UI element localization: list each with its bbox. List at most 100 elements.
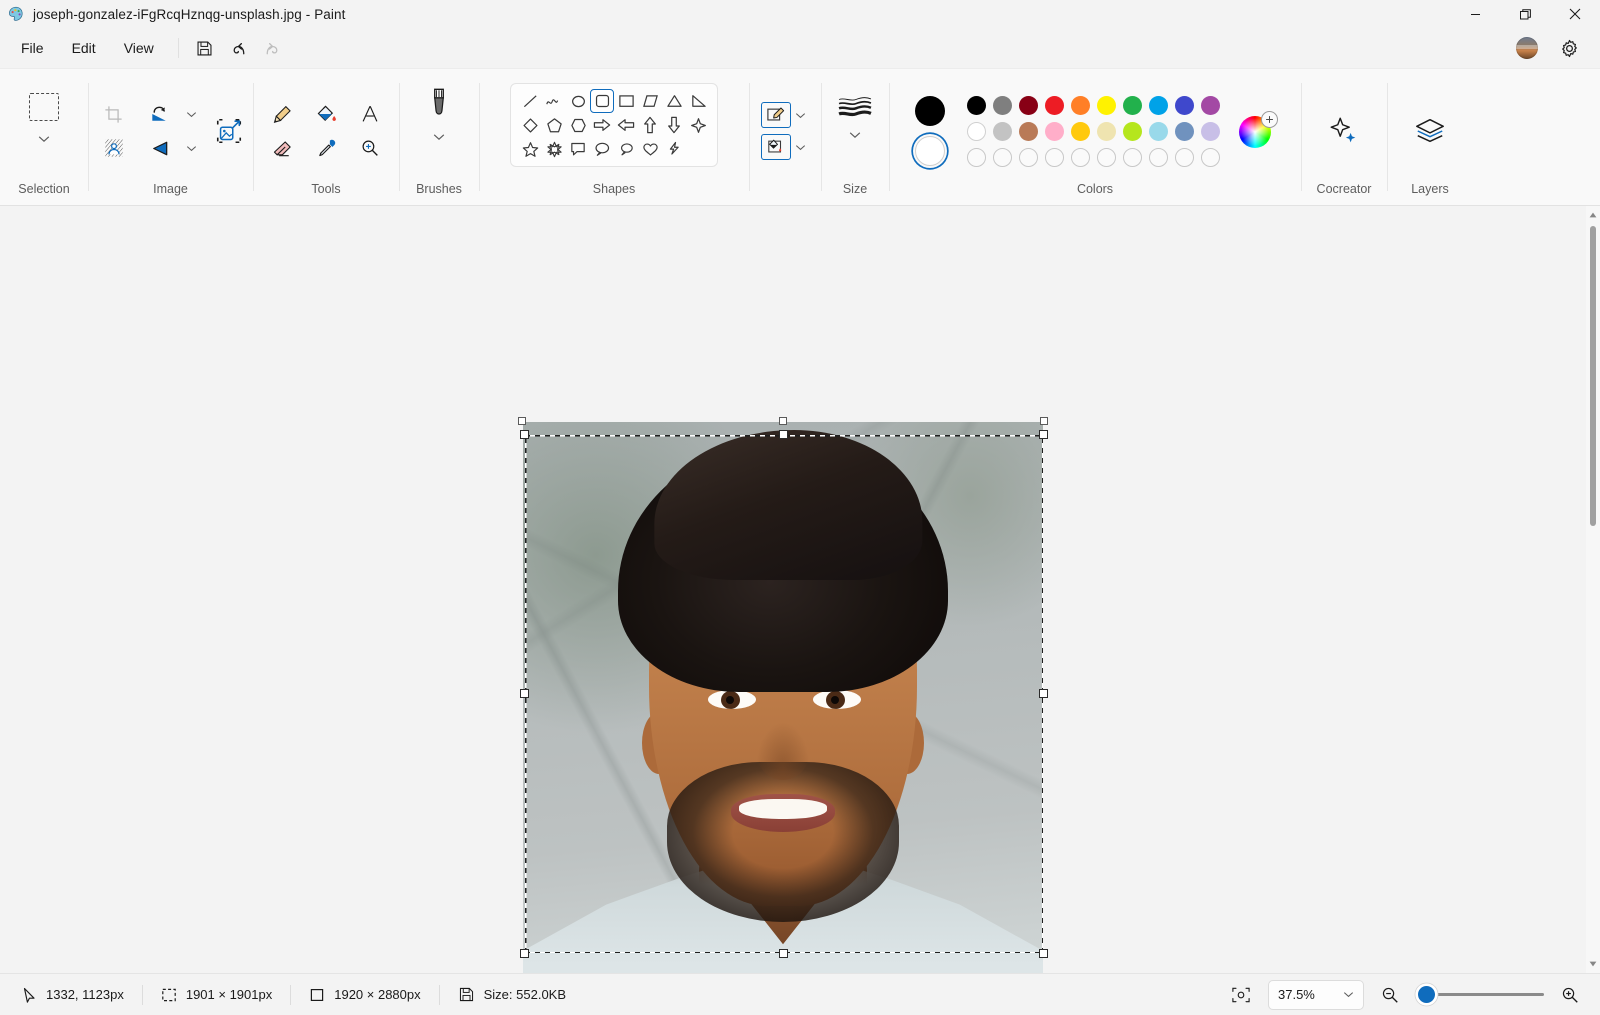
shape-triangle[interactable] xyxy=(662,89,686,113)
shape-left-arrow[interactable] xyxy=(614,113,638,137)
zoom-level-select[interactable]: 37.5% xyxy=(1268,979,1364,1010)
shape-five-point-star[interactable] xyxy=(518,137,542,161)
shape-oval-callout[interactable] xyxy=(590,137,614,161)
color-picker-tool[interactable] xyxy=(306,132,346,164)
size-dropdown[interactable] xyxy=(838,127,872,143)
shape-up-arrow[interactable] xyxy=(638,113,662,137)
color-swatch[interactable] xyxy=(1171,118,1197,144)
selection-handle-middle-right[interactable] xyxy=(1039,689,1048,698)
rotate-button[interactable] xyxy=(140,98,180,130)
custom-color-slot[interactable] xyxy=(1145,144,1171,170)
undo-icon[interactable] xyxy=(222,33,256,63)
custom-color-slot[interactable] xyxy=(1197,144,1223,170)
scroll-up-arrow-icon[interactable] xyxy=(1586,208,1600,222)
eraser-tool[interactable] xyxy=(262,132,302,164)
color-swatch[interactable] xyxy=(1067,92,1093,118)
shape-fill-button[interactable] xyxy=(761,134,791,160)
shape-rectangle[interactable] xyxy=(614,89,638,113)
canvas-handle-top-left[interactable] xyxy=(518,417,526,425)
gear-icon[interactable] xyxy=(1552,33,1586,63)
rotate-dropdown[interactable] xyxy=(184,99,200,129)
shape-fill-dropdown[interactable] xyxy=(791,135,809,159)
selection-handle-bottom-center[interactable] xyxy=(779,949,788,958)
shape-parallelogram[interactable] xyxy=(638,89,662,113)
color-swatch[interactable] xyxy=(1041,92,1067,118)
scroll-down-arrow-icon[interactable] xyxy=(1586,957,1600,971)
shape-curve[interactable] xyxy=(542,89,566,113)
shape-down-arrow[interactable] xyxy=(662,113,686,137)
shape-diamond[interactable] xyxy=(518,113,542,137)
shape-hexagon[interactable] xyxy=(566,113,590,137)
menu-file[interactable]: File xyxy=(8,35,57,61)
primary-color-button[interactable] xyxy=(913,94,947,128)
size-button[interactable] xyxy=(832,87,878,127)
selection-handle-top-center[interactable] xyxy=(779,430,788,439)
custom-color-slot[interactable] xyxy=(1171,144,1197,170)
crop-button[interactable] xyxy=(94,98,134,130)
shape-rounded-rectangle[interactable] xyxy=(590,89,614,113)
zoom-slider-thumb[interactable] xyxy=(1418,986,1435,1003)
shape-rounded-callout[interactable] xyxy=(566,137,590,161)
color-swatch[interactable] xyxy=(989,92,1015,118)
canvas-handle-top-right[interactable] xyxy=(1040,417,1048,425)
layers-button[interactable] xyxy=(1402,106,1458,156)
flip-button[interactable] xyxy=(140,132,180,164)
selection-handle-top-left[interactable] xyxy=(520,430,529,439)
fit-to-window-button[interactable] xyxy=(1226,981,1256,1009)
maximize-button[interactable] xyxy=(1500,0,1550,28)
shape-heart[interactable] xyxy=(638,137,662,161)
rectangular-selection-button[interactable] xyxy=(22,85,66,129)
menu-view[interactable]: View xyxy=(111,35,167,61)
shape-outline-button[interactable] xyxy=(761,102,791,128)
brushes-dropdown[interactable] xyxy=(422,129,456,145)
zoom-slider[interactable] xyxy=(1416,984,1544,1006)
remove-background-button[interactable] xyxy=(94,132,134,164)
selection-handle-bottom-left[interactable] xyxy=(520,949,529,958)
color-swatch[interactable] xyxy=(989,118,1015,144)
selection-handle-bottom-right[interactable] xyxy=(1039,949,1048,958)
color-swatch[interactable] xyxy=(1145,118,1171,144)
menu-edit[interactable]: Edit xyxy=(59,35,109,61)
cocreator-button[interactable] xyxy=(1316,106,1372,156)
zoom-in-button[interactable] xyxy=(1556,981,1584,1009)
pencil-tool[interactable] xyxy=(262,98,302,130)
color-swatch[interactable] xyxy=(1067,118,1093,144)
shape-four-point-star[interactable] xyxy=(686,113,710,137)
fill-tool[interactable] xyxy=(306,98,346,130)
canvas-work-area[interactable] xyxy=(0,206,1600,973)
color-swatch[interactable] xyxy=(1119,118,1145,144)
shape-outline-dropdown[interactable] xyxy=(791,103,809,127)
color-swatch[interactable] xyxy=(1145,92,1171,118)
canvas-handle-top-center[interactable] xyxy=(779,417,787,425)
color-swatch[interactable] xyxy=(1093,118,1119,144)
shape-oval[interactable] xyxy=(566,89,590,113)
shape-six-point-star[interactable] xyxy=(542,137,566,161)
shape-right-arrow[interactable] xyxy=(590,113,614,137)
color-swatch[interactable] xyxy=(1093,92,1119,118)
custom-color-slot[interactable] xyxy=(1015,144,1041,170)
color-swatch[interactable] xyxy=(1041,118,1067,144)
selection-handle-middle-left[interactable] xyxy=(520,689,529,698)
color-swatch[interactable] xyxy=(1171,92,1197,118)
shape-lightning[interactable] xyxy=(662,137,686,161)
minimize-button[interactable] xyxy=(1450,0,1500,28)
magnifier-tool[interactable] xyxy=(350,132,390,164)
brushes-button[interactable] xyxy=(418,83,460,127)
color-wheel-button[interactable] xyxy=(1239,111,1278,150)
custom-color-slot[interactable] xyxy=(1041,144,1067,170)
color-swatch[interactable] xyxy=(1197,92,1223,118)
shape-cloud-callout[interactable] xyxy=(614,137,638,161)
custom-color-slot[interactable] xyxy=(1119,144,1145,170)
color-swatch[interactable] xyxy=(1015,92,1041,118)
custom-color-slot[interactable] xyxy=(1093,144,1119,170)
scrollbar-thumb[interactable] xyxy=(1590,226,1596,526)
color-swatch[interactable] xyxy=(963,92,989,118)
shape-right-triangle[interactable] xyxy=(686,89,710,113)
account-avatar[interactable] xyxy=(1510,33,1544,63)
shape-pentagon[interactable] xyxy=(542,113,566,137)
close-button[interactable] xyxy=(1550,0,1600,28)
resize-and-skew-button[interactable] xyxy=(207,109,251,153)
flip-dropdown[interactable] xyxy=(184,133,200,163)
selection-dropdown[interactable] xyxy=(27,131,61,147)
custom-color-slot[interactable] xyxy=(1067,144,1093,170)
